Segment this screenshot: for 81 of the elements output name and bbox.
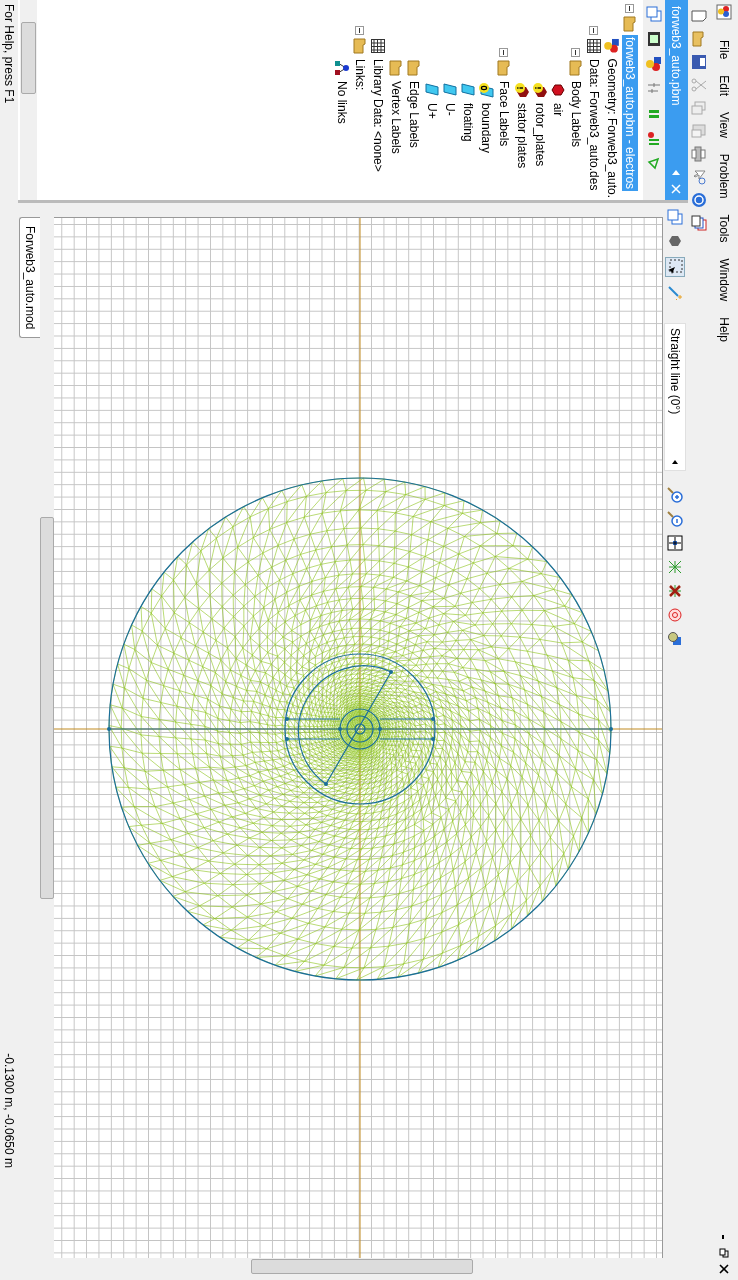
scroll-thumb[interactable] [21, 22, 36, 94]
folder-icon [406, 60, 422, 76]
folder-icon [568, 60, 584, 76]
delete-mesh-icon[interactable] [667, 583, 684, 599]
windows-icon[interactable] [691, 215, 707, 231]
tree-item[interactable]: Body Labels [568, 79, 584, 150]
folder-icon [352, 38, 368, 54]
face-icon [460, 82, 476, 98]
printer-icon[interactable] [691, 146, 707, 162]
tree-item[interactable]: Vertex Labels [388, 79, 404, 156]
menu-item[interactable]: Help [715, 309, 733, 350]
tree-item[interactable]: rotor_plates [532, 101, 548, 169]
zoom-fit-icon[interactable] [667, 535, 684, 551]
magic-wand-icon[interactable] [667, 285, 684, 301]
expander-icon[interactable] [355, 26, 365, 35]
scroll-thumb[interactable] [251, 1259, 473, 1274]
tree-item[interactable]: stator plates [514, 101, 530, 171]
folder-icon [496, 60, 512, 76]
tree-item[interactable]: U- [442, 101, 458, 118]
menu-item[interactable]: Edit [715, 67, 733, 105]
tree-item[interactable]: No links [334, 79, 350, 126]
tree-item[interactable]: U+ [424, 101, 440, 121]
expander-icon[interactable] [625, 4, 635, 13]
expander-icon[interactable] [499, 48, 509, 57]
shapes-icon[interactable] [646, 56, 662, 72]
menu-item[interactable]: View [715, 104, 733, 146]
tree-item[interactable]: boundary [478, 101, 494, 156]
windows-icon[interactable] [667, 209, 684, 225]
zoom-out-icon[interactable] [667, 511, 684, 527]
menu-item[interactable]: Problem [715, 145, 733, 207]
restore-icon[interactable] [719, 1248, 729, 1258]
app-icon [716, 4, 732, 20]
info-icon[interactable] [691, 192, 707, 208]
zoom-in-icon[interactable] [667, 487, 684, 503]
scrollbar[interactable] [20, 0, 37, 200]
menu-item[interactable]: Tools [715, 206, 733, 251]
cube-icon [550, 82, 566, 98]
expander-icon[interactable] [571, 48, 581, 57]
collapse-icon[interactable] [671, 168, 682, 178]
cube-warning-icon [532, 82, 548, 98]
table-icon [586, 38, 602, 54]
tree-item[interactable]: floating [460, 101, 476, 144]
face-icon [424, 82, 440, 98]
status-text: For Help, press F1 [2, 4, 16, 104]
panel-title: forweb3_auto.pbm [669, 6, 684, 108]
clipboard-icon[interactable] [691, 123, 707, 139]
cursor-coordinates: -0.1300 m, -0.0650 m [2, 1053, 16, 1168]
close-icon[interactable] [719, 1264, 729, 1274]
folder-icon[interactable] [691, 31, 707, 47]
folder-icon [388, 60, 404, 76]
line-mode-dropdown[interactable]: Straight line (0°) [664, 323, 687, 471]
select-icon[interactable] [665, 257, 686, 277]
caret-icon [671, 458, 680, 466]
scroll-thumb[interactable] [40, 517, 55, 899]
cube-warning-icon [514, 82, 530, 98]
menu-item[interactable]: Window [715, 250, 733, 310]
document-tab[interactable]: Forweb3_auto.mod [19, 217, 40, 339]
expander-icon[interactable] [589, 26, 599, 35]
tree-item[interactable]: Face Labels [496, 79, 512, 149]
folder-icon [622, 16, 638, 32]
tree-item[interactable]: Data: Forweb3_auto.des [586, 57, 602, 193]
save-icon[interactable] [691, 54, 707, 70]
windows-icon[interactable] [646, 6, 662, 22]
cube-icon[interactable] [667, 233, 684, 249]
tree-item[interactable]: Library Data: <none> [370, 57, 386, 174]
tree-item[interactable]: Geometry: Forweb3_auto. [604, 56, 620, 200]
tree-item[interactable]: Links: [352, 57, 368, 93]
face-zero-icon [478, 82, 494, 98]
tree-item[interactable]: air [550, 101, 566, 119]
menu-item[interactable]: File [715, 32, 733, 68]
help-pointer-icon[interactable] [691, 169, 707, 185]
face-icon [442, 82, 458, 98]
scissors-icon[interactable] [691, 77, 707, 93]
links-icon [334, 60, 350, 76]
mesh-icon[interactable] [667, 559, 684, 575]
table-icon [370, 38, 386, 54]
shapes-icon[interactable] [667, 631, 684, 647]
shapes-icon [604, 38, 620, 54]
target-icon[interactable] [667, 607, 684, 623]
new-document-icon[interactable] [691, 8, 707, 24]
tree-item[interactable]: Edge Labels [406, 79, 422, 150]
